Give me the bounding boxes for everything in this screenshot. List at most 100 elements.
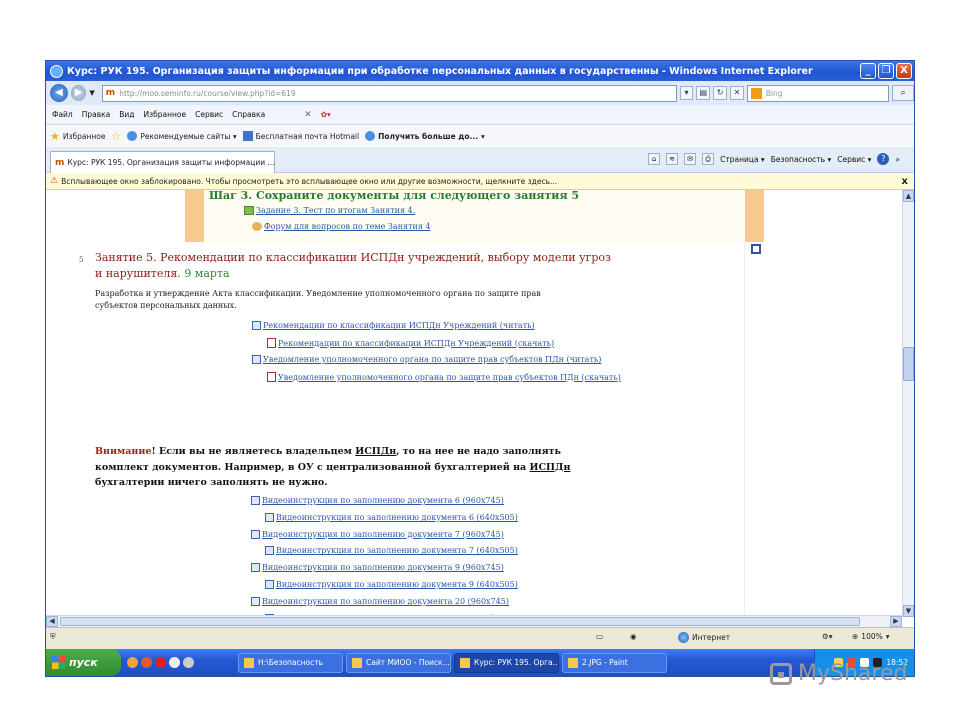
quicklaunch-icon[interactable] — [155, 657, 166, 668]
zoom-control[interactable]: ⊕ 100% ▾ — [852, 632, 890, 641]
menu-help[interactable]: Справка — [232, 110, 265, 119]
page-menu[interactable]: Страница ▾ — [720, 155, 765, 164]
safety-menu[interactable]: Безопасность ▾ — [771, 155, 832, 164]
resource-link-row[interactable]: Рекомендации по классификации ИСПДн Учре… — [252, 321, 535, 330]
video-link-row[interactable]: Видеоинструкция по заполнению документа … — [251, 563, 504, 573]
minimize-button[interactable]: _ — [860, 63, 876, 79]
stop-icon[interactable]: ✕ — [730, 86, 744, 100]
video-link-row[interactable]: Видеоинструкция по заполнению документа … — [251, 596, 509, 606]
video-link-row[interactable]: Видеоинструкция по заполнению документа … — [265, 580, 518, 589]
compat-view-icon[interactable]: ▤ — [696, 86, 711, 100]
addon-icon[interactable]: ✿▾ — [321, 110, 331, 119]
refresh-icon[interactable]: ↻ — [713, 86, 728, 100]
forward-button[interactable]: ▶ — [70, 85, 87, 101]
app-icon — [352, 657, 362, 668]
vertical-scrollbar[interactable]: ▲ ▼ — [902, 190, 914, 617]
maximize-button[interactable]: ❐ — [878, 63, 894, 79]
taskbar-button[interactable]: 2.JPG - Paint — [562, 652, 667, 673]
quicklaunch-icon[interactable] — [127, 657, 138, 668]
video-link[interactable]: Видеоинструкция по заполнению документа … — [262, 563, 504, 572]
add-favorite-icon[interactable]: ☆ — [111, 130, 121, 143]
status-shield-icon: ⛨ — [50, 632, 56, 641]
resource-link-row[interactable]: Уведомление уполномоченного органа по за… — [252, 355, 601, 364]
video-link[interactable]: Видеоинструкция по заполнению документа … — [276, 580, 518, 589]
section-toggle-icon[interactable] — [751, 244, 761, 254]
video-link-row[interactable]: Видеоинструкция по заполнению документа … — [265, 512, 518, 522]
search-icon[interactable]: ⌕ — [892, 85, 914, 101]
feeds-icon[interactable]: ≋ — [666, 153, 679, 165]
tools-menu[interactable]: Сервис ▾ — [837, 155, 871, 164]
video-link[interactable]: Видеоинструкция по заполнению документа … — [262, 530, 504, 539]
chevron-right-icon[interactable]: » — [895, 155, 900, 164]
taskbar-button-label: 2.JPG - Paint — [582, 658, 628, 667]
watermark: MyShared — [770, 661, 907, 686]
menu-file[interactable]: Файл — [52, 110, 73, 119]
menu-view[interactable]: Вид — [119, 110, 134, 119]
taskbar-button[interactable]: Сайт МИОО - Поиск... — [346, 652, 451, 673]
scroll-right-icon[interactable]: ▶ — [890, 616, 902, 627]
back-button[interactable]: ◀ — [50, 84, 68, 102]
favorites-button[interactable]: ★ Избранное — [50, 130, 105, 143]
resource-link[interactable]: Уведомление уполномоченного органа по за… — [278, 373, 621, 382]
right-side-column — [744, 242, 764, 615]
fav-item-hotmail[interactable]: Бесплатная почта Hotmail — [242, 131, 359, 141]
resource-link-row[interactable]: Уведомление уполномоченного органа по за… — [267, 372, 621, 382]
taskbar-button[interactable]: H:\Безопасность — [238, 652, 343, 673]
resource-link[interactable]: Рекомендации по классификации ИСПДн Учре… — [278, 339, 554, 348]
address-bar[interactable]: m http://moo.seminfo.ru/course/view.php?… — [101, 84, 677, 102]
taskbar-button[interactable]: Курс: РУК 195. Орга... — [454, 652, 559, 673]
quiz-link-row[interactable]: Задание 3. Тест по итогам Занятия 4. — [244, 206, 415, 215]
ispdn-term[interactable]: ИСПДн — [355, 446, 396, 457]
menu-edit[interactable]: Правка — [82, 110, 111, 119]
quicklaunch-icon[interactable] — [169, 657, 180, 668]
video-link[interactable]: Видеоинструкция по заполнению документа … — [276, 546, 518, 555]
forum-link[interactable]: Форум для вопросов по теме Занятия 4 — [264, 222, 431, 231]
menu-tools[interactable]: Сервис — [195, 110, 223, 119]
app-icon — [568, 657, 578, 668]
print-icon[interactable]: ⎙ — [702, 153, 715, 165]
resource-link[interactable]: Уведомление уполномоченного органа по за… — [263, 355, 601, 364]
app-icon — [244, 657, 254, 668]
horizontal-scrollbar[interactable]: ◀ ▶ — [46, 615, 902, 627]
forum-link-row[interactable]: Форум для вопросов по теме Занятия 4 — [252, 222, 431, 231]
help-icon[interactable]: ? — [877, 153, 890, 165]
start-button[interactable]: пуск — [46, 649, 121, 676]
ispdn-term[interactable]: ИСПДн — [530, 462, 571, 473]
quiz-icon — [244, 206, 254, 215]
resource-link[interactable]: Рекомендации по классификации ИСПДн Учре… — [263, 321, 535, 330]
scroll-down-icon[interactable]: ▼ — [903, 605, 914, 617]
favorites-bar: ★ Избранное ☆ Рекомендуемые сайты ▾ Бесп… — [46, 125, 914, 147]
protected-mode-icon[interactable]: ⚙▾ — [822, 632, 833, 641]
address-dropdown-icon[interactable]: ▾ — [679, 86, 694, 100]
video-link[interactable]: Видеоинструкция по заполнению документа … — [276, 513, 518, 522]
scroll-left-icon[interactable]: ◀ — [46, 616, 58, 627]
popup-blocked-infobar[interactable]: ⚠ Всплывающее окно заблокировано. Чтобы … — [46, 173, 914, 190]
zoom-level: 100% — [861, 632, 883, 641]
close-toolbar-icon[interactable]: ✕ — [304, 110, 312, 120]
history-dropdown-icon[interactable]: ▼ — [89, 89, 94, 97]
fav-item-suggested[interactable]: Рекомендуемые сайты ▾ — [127, 131, 237, 141]
close-button[interactable]: X — [896, 63, 912, 79]
quiz-link[interactable]: Задание 3. Тест по итогам Занятия 4. — [256, 206, 415, 215]
video-link-row[interactable]: Видеоинструкция по заполнению документа … — [251, 529, 504, 539]
horizontal-scroll-thumb[interactable] — [60, 617, 860, 626]
menu-favorites[interactable]: Избранное — [144, 110, 187, 119]
infobar-close-icon[interactable]: x — [902, 176, 908, 187]
fav-item-more-addons[interactable]: Получить больше до... ▾ — [365, 131, 485, 141]
scroll-up-icon[interactable]: ▲ — [903, 190, 914, 202]
video-icon — [251, 563, 260, 573]
quicklaunch-icon[interactable] — [183, 657, 194, 668]
search-placeholder: Bing — [765, 88, 783, 98]
video-link-row[interactable]: Видеоинструкция по заполнению документа … — [265, 546, 518, 556]
status-privacy-icon[interactable]: ◉ — [630, 632, 637, 641]
vertical-scroll-thumb[interactable] — [903, 347, 914, 381]
video-link[interactable]: Видеоинструкция по заполнению документа … — [262, 496, 504, 505]
video-link[interactable]: Видеоинструкция по заполнению документа … — [262, 597, 509, 606]
quicklaunch-icon[interactable] — [141, 657, 152, 668]
resource-link-row[interactable]: Рекомендации по классификации ИСПДн Учре… — [267, 338, 554, 348]
home-icon[interactable]: ⌂ — [648, 153, 661, 165]
search-input[interactable]: Bing — [746, 84, 890, 102]
video-link-row[interactable]: Видеоинструкция по заполнению документа … — [251, 496, 504, 505]
tab-course[interactable]: m Курс: РУК 195. Организация защиты инфо… — [50, 151, 275, 173]
mail-icon[interactable]: ✉ — [684, 153, 697, 165]
